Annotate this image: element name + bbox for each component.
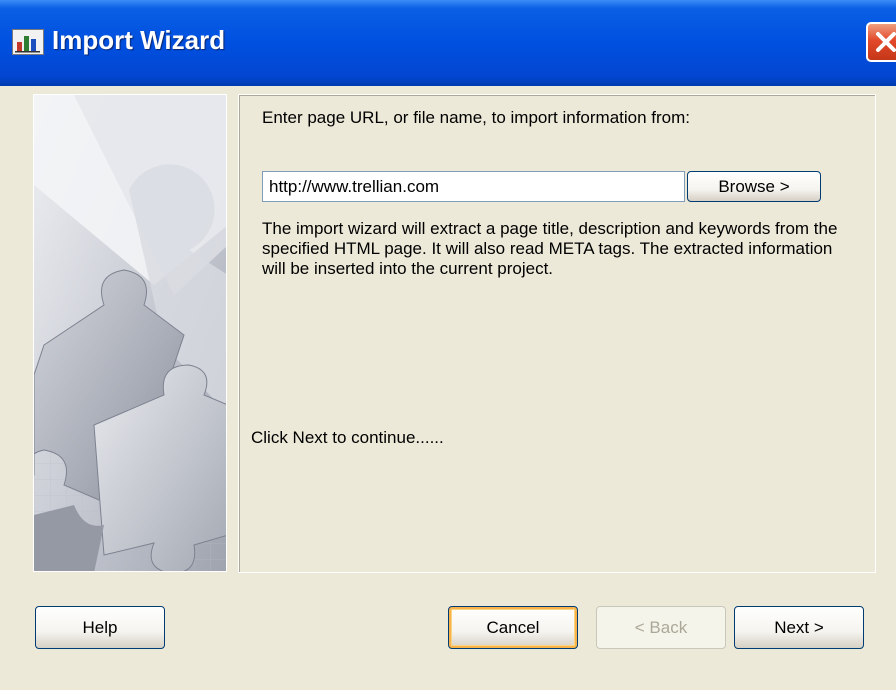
help-button[interactable]: Help (35, 606, 165, 649)
continue-hint: Click Next to continue...... (251, 428, 444, 447)
prompt-text: Enter page URL, or file name, to import … (262, 108, 691, 127)
description-text: The import wizard will extract a page ti… (262, 219, 838, 278)
window-title: Import Wizard (52, 25, 226, 55)
browse-button[interactable]: Browse > (687, 171, 821, 202)
cancel-button[interactable]: Cancel (448, 606, 578, 649)
close-button[interactable] (866, 22, 896, 62)
puzzle-pieces-illustration (33, 94, 227, 572)
back-button[interactable]: < Back (596, 606, 726, 649)
dialog-body: Enter page URL, or file name, to import … (0, 86, 896, 690)
title-bar[interactable]: Import Wizard (0, 0, 896, 86)
content-panel (238, 94, 876, 573)
next-button[interactable]: Next > (734, 606, 864, 649)
chart-app-icon (12, 29, 44, 55)
url-input[interactable] (262, 171, 685, 202)
close-icon (876, 32, 896, 52)
